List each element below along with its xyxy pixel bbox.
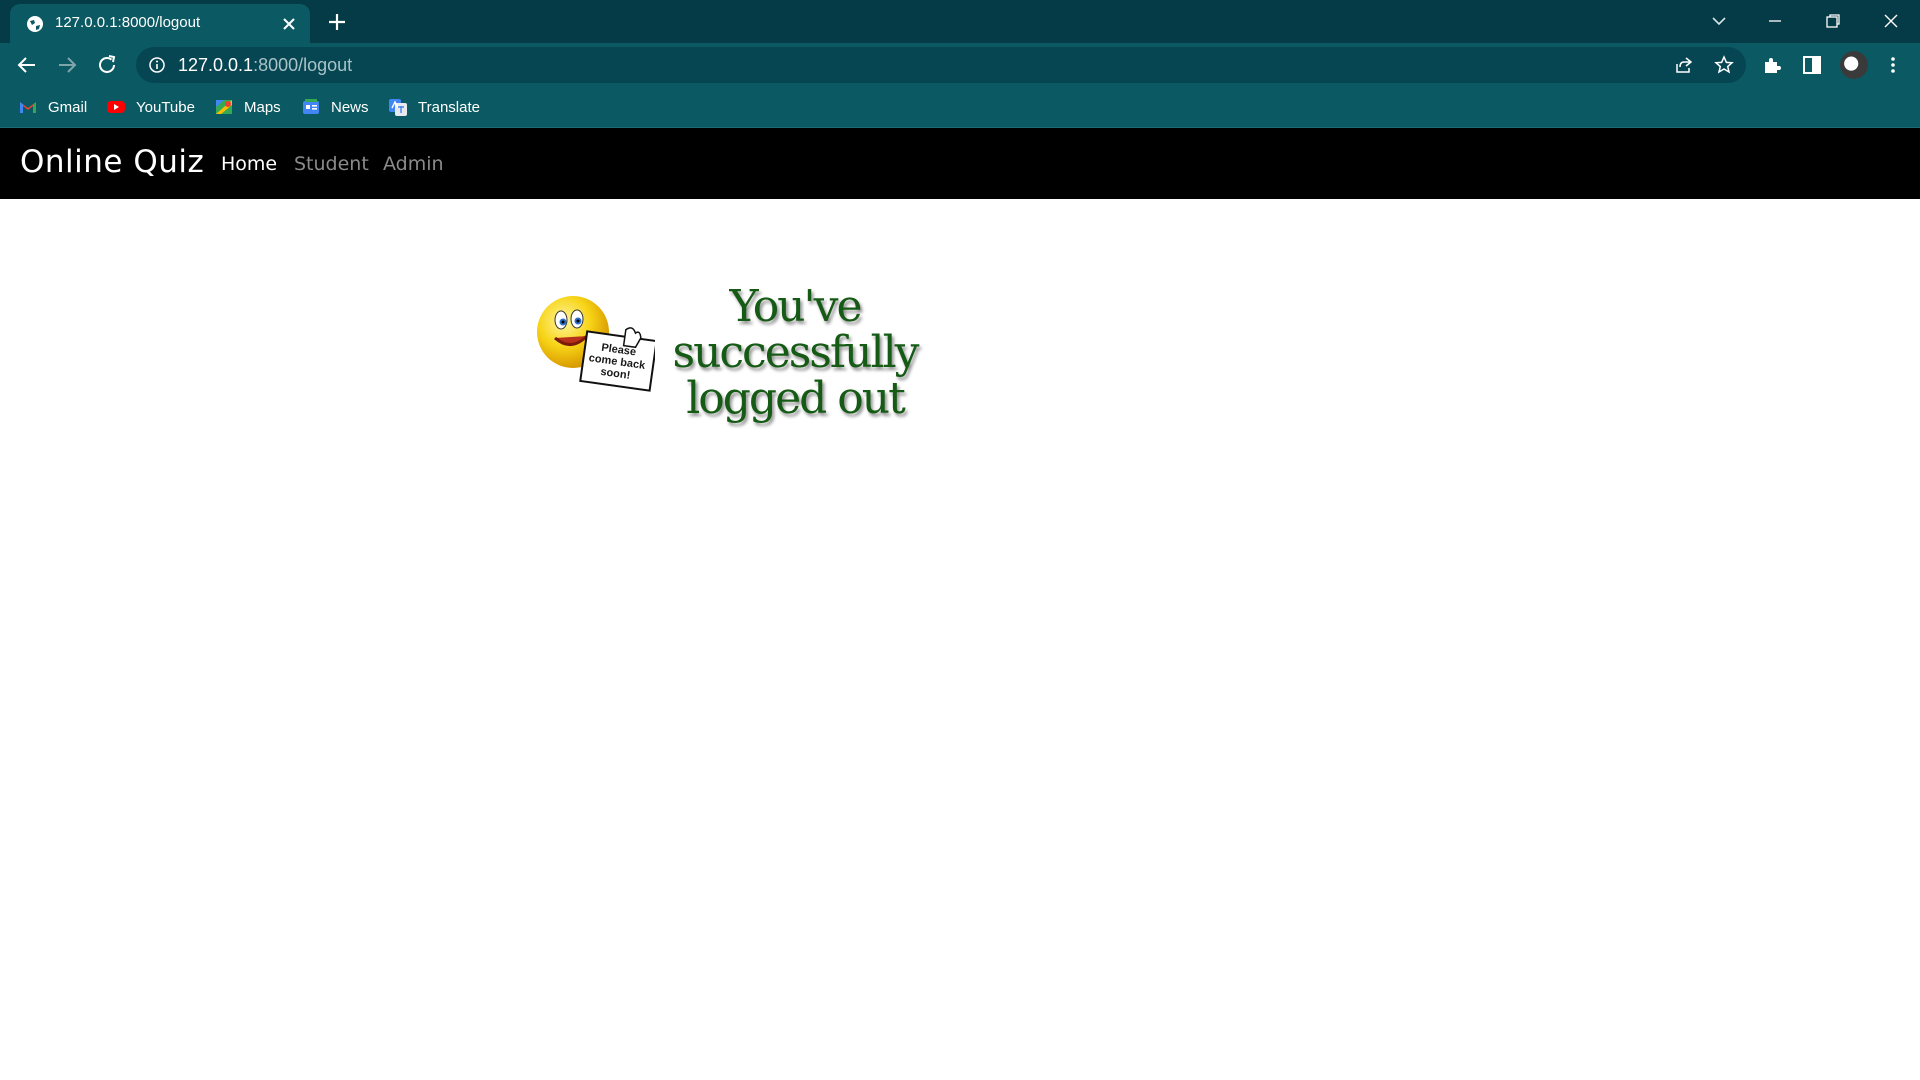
info-icon[interactable] (148, 56, 166, 74)
bookmark-label: Maps (244, 98, 281, 116)
restore-icon[interactable] (1820, 8, 1846, 34)
side-panel-icon[interactable] (1801, 54, 1823, 76)
browser-toolbar: 127.0.0.1:8000/logout (0, 43, 1920, 87)
tab-search-chevron-down-icon[interactable] (1706, 8, 1732, 34)
bookmark-news[interactable]: News (301, 96, 369, 118)
translate-icon (389, 99, 407, 116)
logout-message-line1: You've successfully (672, 281, 919, 378)
bookmark-label: News (331, 98, 369, 116)
bookmark-youtube[interactable]: YouTube (106, 96, 195, 118)
site-navbar: Online Quiz Home Student Admin (0, 128, 1920, 199)
bookmarks-bar: Gmail YouTube Maps News Translate (0, 87, 1920, 128)
reload-icon[interactable] (95, 53, 119, 77)
nav-link-admin[interactable]: Admin (383, 153, 444, 175)
nav-link-student[interactable]: Student (294, 153, 369, 175)
maps-icon (216, 100, 232, 114)
bookmark-label: YouTube (136, 98, 195, 116)
bookmark-star-icon[interactable] (1714, 55, 1734, 75)
logout-message: You've successfully logged out (640, 284, 950, 422)
back-arrow-icon[interactable] (15, 53, 39, 77)
bookmark-translate[interactable]: Translate (388, 96, 480, 118)
extensions-puzzle-icon[interactable] (1761, 54, 1783, 76)
logout-image: Please come back soon! You've successful… (535, 284, 955, 422)
news-icon (303, 99, 319, 114)
tab-title: 127.0.0.1:8000/logout (55, 14, 201, 31)
bookmark-label: Translate (418, 98, 480, 116)
site-brand[interactable]: Online Quiz (20, 144, 204, 180)
bookmark-gmail[interactable]: Gmail (18, 96, 87, 118)
close-icon[interactable] (280, 15, 298, 33)
bookmark-maps[interactable]: Maps (214, 96, 281, 118)
gmail-icon (20, 102, 36, 113)
address-bar[interactable]: 127.0.0.1:8000/logout (136, 47, 1746, 83)
nav-link-home[interactable]: Home (221, 153, 277, 175)
profile-avatar[interactable] (1840, 51, 1868, 79)
window-close-icon[interactable] (1878, 8, 1904, 34)
minimize-icon[interactable] (1762, 8, 1788, 34)
globe-icon (27, 16, 43, 32)
url-path: :8000/logout (253, 55, 353, 75)
new-tab-plus-icon[interactable] (326, 11, 348, 33)
youtube-icon (107, 101, 125, 113)
url-host: 127.0.0.1 (178, 55, 254, 75)
bookmark-label: Gmail (48, 98, 88, 116)
forward-arrow-icon[interactable] (55, 53, 79, 77)
browser-tab[interactable]: 127.0.0.1:8000/logout (10, 4, 310, 43)
share-icon[interactable] (1674, 55, 1694, 75)
more-menu-icon[interactable] (1882, 54, 1904, 76)
logout-message-line2: logged out (686, 373, 906, 424)
address-url: 127.0.0.1:8000/logout (178, 55, 352, 76)
browser-tabbar: 127.0.0.1:8000/logout (0, 0, 1920, 43)
